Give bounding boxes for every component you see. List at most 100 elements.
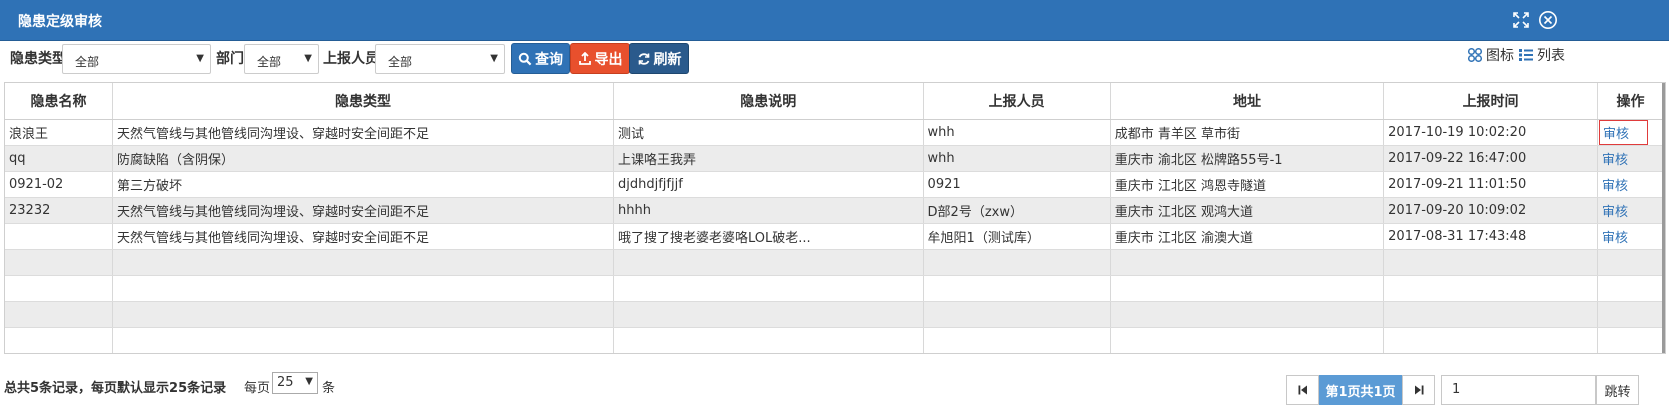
cell-type: 天然气管线与其他管线同沟埋设、穿越时安全间距不足 <box>112 197 614 224</box>
cell-report-time: 2017-09-21 11:01:50 <box>1383 171 1598 198</box>
export-button[interactable]: 导出 <box>570 43 630 74</box>
reporter-label: 上报人员 <box>323 51 379 67</box>
hazard-type-select[interactable]: 全部 ▼ <box>62 44 211 74</box>
empty-row <box>5 301 1665 328</box>
last-page-button[interactable] <box>1402 375 1435 405</box>
review-link[interactable]: 审核 <box>1598 224 1632 249</box>
view-list-toggle[interactable]: 列表 <box>1518 45 1565 65</box>
hazard-type-select-value: 全部 <box>75 55 100 69</box>
table-row[interactable]: 23232 天然气管线与其他管线同沟埋设、穿越时安全间距不足 hhhh D部2号… <box>5 197 1665 224</box>
cell-report-time: 2017-08-31 17:43:48 <box>1383 223 1598 250</box>
cell-address: 成都市 青羊区 草市街 <box>1110 119 1385 146</box>
chevron-down-icon: ▼ <box>304 53 312 64</box>
cell-description: 测试 <box>613 119 924 146</box>
empty-row <box>5 249 1665 276</box>
cell-type: 防腐缺陷（含阴保） <box>112 145 614 172</box>
column-header-reporter[interactable]: 上报人员 <box>923 83 1111 120</box>
review-link[interactable]: 审核 <box>1598 172 1632 197</box>
page-size-value: 25 <box>277 375 294 390</box>
cell-name <box>5 223 113 250</box>
close-icon[interactable] <box>1538 10 1558 30</box>
view-icon-toggle[interactable]: 图标 <box>1467 45 1514 65</box>
pagination-bar: 总共5条记录，每页默认显示25条记录 每页 25 ▼ 条 第1页共1页 1 跳转 <box>0 370 1669 409</box>
department-select[interactable]: 全部 ▼ <box>244 44 319 74</box>
chevron-down-icon: ▼ <box>196 53 204 64</box>
cell-description: hhhh <box>613 197 924 224</box>
review-link[interactable]: 审核 <box>1598 119 1648 144</box>
cell-reporter: whh <box>923 119 1111 146</box>
export-button-label: 导出 <box>594 51 623 68</box>
review-link[interactable]: 审核 <box>1598 198 1632 223</box>
hazard-type-label: 隐患类型 <box>10 51 66 67</box>
export-icon <box>578 51 591 65</box>
cell-address: 重庆市 渝北区 松牌路55号-1 <box>1110 145 1385 172</box>
search-icon <box>518 52 532 65</box>
view-list-label: 列表 <box>1537 48 1565 64</box>
per-page-unit: 条 <box>322 381 336 396</box>
cell-reporter: 0921 <box>923 171 1111 198</box>
first-page-button[interactable] <box>1286 375 1319 405</box>
page-size-select[interactable]: 25 ▼ <box>272 372 318 394</box>
reporter-select[interactable]: 全部 ▼ <box>375 44 505 74</box>
cell-name: 23232 <box>5 197 113 224</box>
cell-reporter: 牟旭阳1（测试库） <box>923 223 1111 250</box>
cell-action: 审核 <box>1597 119 1665 146</box>
list-view-icon <box>1519 49 1533 61</box>
cell-description: djdhdjfjfjjf <box>613 171 924 198</box>
empty-row <box>5 275 1665 302</box>
window-title: 隐患定级审核 <box>18 14 102 30</box>
chevron-down-icon: ▼ <box>490 53 498 64</box>
cell-action: 审核 <box>1597 145 1665 172</box>
cell-reporter: D部2号（zxw） <box>923 197 1111 224</box>
chevron-down-icon: ▼ <box>305 376 313 387</box>
last-page-icon <box>1414 385 1423 395</box>
table-row[interactable]: 天然气管线与其他管线同沟埋设、穿越时安全间距不足 哦了搜了搜老婆老婆咯LOL破老… <box>5 223 1665 250</box>
cell-report-time: 2017-09-20 10:09:02 <box>1383 197 1598 224</box>
vertical-scrollbar[interactable] <box>1662 83 1665 353</box>
cell-name: 0921-02 <box>5 171 113 198</box>
review-link[interactable]: 审核 <box>1598 146 1632 171</box>
query-button[interactable]: 查询 <box>511 43 570 74</box>
cell-reporter: whh <box>923 145 1111 172</box>
cell-report-time: 2017-10-19 10:02:20 <box>1383 119 1598 146</box>
view-icon-label: 图标 <box>1486 48 1514 64</box>
column-header-report-time[interactable]: 上报时间 <box>1383 83 1598 120</box>
column-header-name[interactable]: 隐患名称 <box>5 83 113 120</box>
table-row[interactable]: qq 防腐缺陷（含阴保） 上课咯王我弄 whh 重庆市 渝北区 松牌路55号-1… <box>5 145 1665 172</box>
maximize-icon[interactable] <box>1511 10 1531 30</box>
cell-address: 重庆市 江北区 渝澳大道 <box>1110 223 1385 250</box>
cell-action: 审核 <box>1597 223 1665 250</box>
empty-row <box>5 353 1664 354</box>
cell-address: 重庆市 江北区 观鸿大道 <box>1110 197 1385 224</box>
cell-type: 天然气管线与其他管线同沟埋设、穿越时安全间距不足 <box>112 119 614 146</box>
cell-action: 审核 <box>1597 171 1665 198</box>
first-page-icon <box>1298 385 1307 395</box>
empty-row <box>5 327 1665 353</box>
table-row[interactable]: 浪浪王 天然气管线与其他管线同沟埋设、穿越时安全间距不足 测试 whh 成都市 … <box>5 119 1665 146</box>
column-header-type[interactable]: 隐患类型 <box>112 83 614 120</box>
cell-address: 重庆市 江北区 鸿恩寺隧道 <box>1110 171 1385 198</box>
column-header-action: 操作 <box>1597 83 1665 120</box>
cell-name: qq <box>5 145 113 172</box>
jump-button[interactable]: 跳转 <box>1596 375 1639 405</box>
grid-view-icon <box>1467 47 1483 63</box>
column-header-description[interactable]: 隐患说明 <box>613 83 924 120</box>
filter-toolbar: 隐患类型 全部 ▼ 部门 全部 ▼ 上报人员 全部 ▼ 查询 导出 刷新 图标 <box>0 41 1669 77</box>
hazard-table: 隐患名称 隐患类型 隐患说明 上报人员 地址 上报时间 操作 浪浪王 天然气管线… <box>4 82 1666 354</box>
department-label: 部门 <box>216 51 244 67</box>
refresh-button-label: 刷新 <box>653 51 682 68</box>
cell-report-time: 2017-09-22 16:47:00 <box>1383 145 1598 172</box>
query-button-label: 查询 <box>535 51 563 68</box>
refresh-icon <box>638 52 649 65</box>
window-title-bar: 隐患定级审核 <box>0 0 1669 41</box>
column-header-address[interactable]: 地址 <box>1110 83 1385 120</box>
cell-description: 上课咯王我弄 <box>613 145 924 172</box>
per-page-label: 每页 <box>244 381 271 396</box>
table-row[interactable]: 0921-02 第三方破坏 djdhdjfjfjjf 0921 重庆市 江北区 … <box>5 171 1665 198</box>
refresh-button[interactable]: 刷新 <box>629 43 689 74</box>
cell-name: 浪浪王 <box>5 119 113 146</box>
cell-type: 第三方破坏 <box>112 171 614 198</box>
reporter-select-value: 全部 <box>388 55 413 69</box>
page-number-input[interactable]: 1 <box>1441 375 1596 405</box>
cell-description: 哦了搜了搜老婆老婆咯LOL破老... <box>613 223 924 250</box>
